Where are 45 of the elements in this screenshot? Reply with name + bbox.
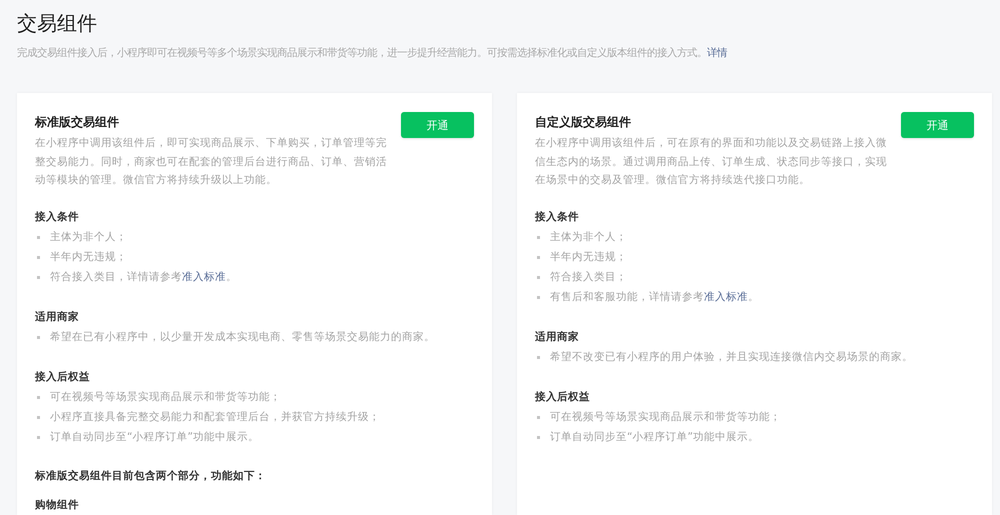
summary-note: 标准版交易组件目前包含两个部分，功能如下： (35, 468, 266, 484)
list-item-text: 可在视频号等场景实现商品展示和带货等功能； (550, 410, 781, 425)
list-item-text: 希望不改变已有小程序的用户体验，并且实现连接微信内交易场景的商家。 (550, 350, 913, 365)
details-link[interactable]: 详情 (707, 47, 727, 59)
bullet-icon (537, 436, 540, 438)
card-description: 在小程序中调用该组件后，即可实现商品展示、下单购买，订单管理等完整交易能力。同时，商家也可在配套的管理后台进行商品、订单、营销活动等模块的管理。微信官方将持续升级以上功能。 (35, 136, 388, 188)
bullet-icon (537, 296, 540, 298)
list-item-text: 小程序直接具备完整交易能力和配套管理后台，并获官方持续升级； (50, 410, 380, 425)
bullet-icon (37, 236, 40, 238)
bullet-icon (37, 336, 40, 338)
list-item-text: 半年内无违规； (550, 250, 627, 265)
bullet-icon (537, 236, 540, 238)
bullet-icon (37, 276, 40, 278)
section-heading: 适用商家 (535, 330, 579, 345)
section-heading: 接入条件 (35, 210, 79, 225)
section-heading: 接入后权益 (535, 390, 590, 405)
bullet-icon (37, 396, 40, 398)
section-heading: 适用商家 (35, 310, 79, 325)
list-item-text: 希望在已有小程序中，以少量开发成本实现电商、零售等场景交易能力的商家。 (50, 330, 435, 345)
intro-text: 完成交易组件接入后，小程序即可在视频号等多个场景实现商品展示和带货等功能，进一步提升经营能力。可按需选择标准化或自定义版本组件的接入方式。详情 (17, 46, 727, 61)
bullet-icon (537, 416, 540, 418)
bullet-icon (37, 256, 40, 258)
card-title: 标准版交易组件 (35, 114, 119, 131)
standard-link[interactable]: 准入标准 (704, 291, 748, 303)
bullet-icon (537, 356, 540, 358)
bullet-icon (37, 416, 40, 418)
card-description: 在小程序中调用该组件后，可在原有的界面和功能以及交易链路上接入微信生态内的场景。通过调用商品上传、订单生成、状态同步等接口，实现在场景中的交易及管理。微信官方将持续迭代接口功能。 (535, 136, 888, 188)
section-heading: 接入后权益 (35, 370, 90, 385)
bullet-icon (537, 256, 540, 258)
bullet-icon (37, 436, 40, 438)
list-item-text: 主体为非个人； (550, 230, 627, 245)
list-item-text: 有售后和客服功能，详情请参考准入标准。 (550, 290, 759, 305)
list-item-text: 符合接入类目，详情请参考准入标准。 (50, 270, 237, 285)
page-title: 交易组件 (17, 10, 97, 36)
list-item-text: 半年内无违规； (50, 250, 127, 265)
list-item-text: 主体为非个人； (50, 230, 127, 245)
section-heading: 接入条件 (535, 210, 579, 225)
list-item-text: 可在视频号等场景实现商品展示和带货等功能； (50, 390, 281, 405)
card-title: 自定义版交易组件 (535, 114, 631, 131)
bullet-icon (537, 276, 540, 278)
subsection-heading: 购物组件 (35, 498, 79, 512)
list-item-text: 符合接入类目； (550, 270, 627, 285)
standard-link[interactable]: 准入标准 (182, 271, 226, 283)
list-item-text: 订单自动同步至“小程序订单”功能中展示。 (550, 430, 759, 445)
list-item-text: 订单自动同步至“小程序订单”功能中展示。 (50, 430, 259, 445)
